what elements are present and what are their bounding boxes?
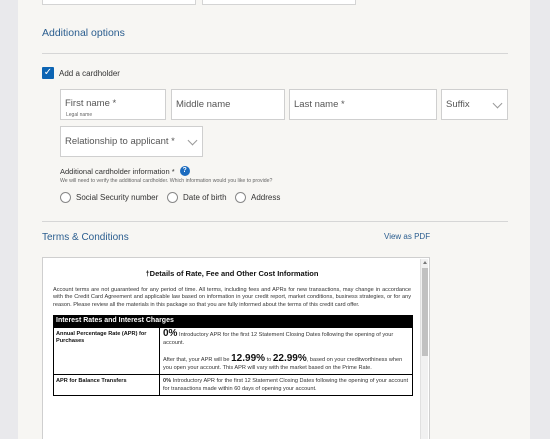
- radio-option-ssn[interactable]: Social Security number: [60, 192, 158, 203]
- radio-label: Date of birth: [183, 193, 227, 202]
- middle-name-field[interactable]: Middle name: [171, 89, 285, 120]
- relationship-label: Relationship to applicant *: [65, 136, 175, 147]
- rate-high: 22.99%: [272, 353, 307, 365]
- intro-text: Introductory APR for the first 12 Statem…: [163, 378, 409, 393]
- previous-field-stub[interactable]: [202, 0, 356, 5]
- row-value: 0% Introductory APR for the first 12 Sta…: [160, 375, 412, 395]
- scrollbar[interactable]: [420, 259, 428, 439]
- row-value: 0% Introductory APR for the first 12 Sta…: [160, 328, 412, 374]
- intro-rate: 0%: [163, 378, 172, 385]
- radio-label: Social Security number: [76, 193, 159, 202]
- terms-paragraph: Account terms are not guaranteed for any…: [53, 287, 411, 308]
- middle-name-label: Middle name: [176, 99, 231, 110]
- scroll-up-icon[interactable]: [423, 261, 427, 264]
- intro-text: Introductory APR for the first 12 Statem…: [163, 332, 394, 347]
- table-row: Annual Percentage Rate (APR) for Purchas…: [54, 327, 412, 375]
- terms-heading: †Details of Rate, Fee and Other Cost Inf…: [145, 269, 319, 278]
- add-cardholder-checkbox[interactable]: ✓: [42, 67, 54, 79]
- first-name-field[interactable]: First name * Legal name: [60, 89, 166, 120]
- previous-field-stub[interactable]: [42, 0, 196, 5]
- rates-table: Interest Rates and Interest Charges Annu…: [53, 315, 413, 397]
- add-cardholder-row[interactable]: ✓ Add a cardholder: [42, 67, 120, 79]
- divider: [42, 53, 508, 54]
- scrollbar-thumb[interactable]: [422, 268, 428, 356]
- row-label: Annual Percentage Rate (APR) for Purchas…: [54, 328, 160, 375]
- suffix-label: Suffix: [446, 99, 470, 110]
- chevron-down-icon: [187, 135, 198, 146]
- section-title-additional-options: Additional options: [42, 27, 125, 39]
- terms-scroll-box[interactable]: †Details of Rate, Fee and Other Cost Inf…: [42, 257, 430, 439]
- divider: [42, 221, 508, 222]
- radio-label: Address: [251, 193, 281, 202]
- additional-info-note: We will need to verify the additional ca…: [60, 178, 273, 184]
- last-name-label: Last name *: [294, 99, 345, 110]
- view-as-pdf-link[interactable]: View as PDF: [384, 232, 430, 241]
- relationship-select[interactable]: Relationship to applicant *: [60, 126, 203, 157]
- help-icon[interactable]: ?: [179, 166, 190, 176]
- first-name-sublabel: Legal name: [66, 112, 93, 118]
- table-row: APR for Balance Transfers 0% Introductor…: [54, 374, 412, 396]
- last-name-field[interactable]: Last name *: [289, 89, 437, 120]
- add-cardholder-label: Add a cardholder: [59, 68, 120, 78]
- form-panel: Additional options ✓ Add a cardholder Fi…: [18, 0, 530, 439]
- intro-rate: 0%: [163, 328, 178, 340]
- additional-info-text: Additional cardholder information *: [60, 166, 175, 176]
- after-text: After that, your APR will be: [163, 357, 230, 364]
- radio-button[interactable]: [167, 192, 178, 203]
- radio-option-dob[interactable]: Date of birth: [167, 192, 227, 203]
- additional-info-label: Additional cardholder information * ?: [60, 166, 190, 176]
- radio-button[interactable]: [60, 192, 71, 203]
- rate-low: 12.99%: [231, 353, 266, 365]
- terms-content: †Details of Rate, Fee and Other Cost Inf…: [53, 258, 413, 397]
- radio-button[interactable]: [235, 192, 246, 203]
- section-title-terms: Terms & Conditions: [42, 232, 129, 243]
- chevron-down-icon: [492, 98, 503, 109]
- to-text: to: [266, 357, 272, 364]
- row-label: APR for Balance Transfers: [54, 375, 160, 396]
- radio-option-address[interactable]: Address: [235, 192, 280, 203]
- suffix-select[interactable]: Suffix: [441, 89, 508, 120]
- rates-table-header: Interest Rates and Interest Charges: [54, 316, 412, 328]
- first-name-label: First name *: [65, 98, 117, 109]
